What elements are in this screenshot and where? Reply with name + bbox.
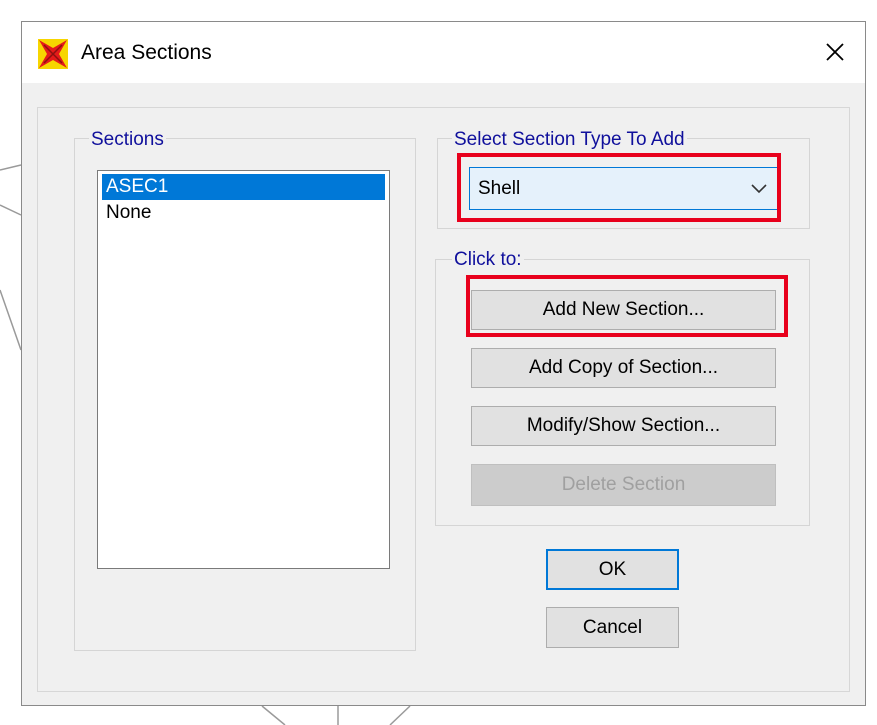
delete-section-button[interactable]: Delete Section	[471, 464, 776, 506]
sap2000-app-icon	[38, 39, 68, 69]
window-title: Area Sections	[81, 41, 212, 64]
chevron-down-icon	[751, 184, 767, 194]
sections-listbox[interactable]: ASEC1 None	[97, 170, 390, 569]
sections-group-label: Sections	[89, 129, 166, 151]
section-type-value: Shell	[478, 178, 521, 199]
section-type-select[interactable]: Shell	[469, 167, 778, 210]
list-item-label: ASEC1	[106, 176, 169, 197]
section-type-group-label: Select Section Type To Add	[452, 129, 687, 151]
area-sections-dialog: Area Sections Sections ASEC1 None Select…	[21, 21, 866, 706]
modify-show-section-button[interactable]: Modify/Show Section...	[471, 406, 776, 446]
list-item-label: None	[106, 202, 152, 223]
ok-button[interactable]: OK	[546, 549, 679, 590]
close-button[interactable]	[815, 32, 855, 72]
title-bar[interactable]: Area Sections	[22, 22, 865, 83]
add-new-section-button[interactable]: Add New Section...	[471, 290, 776, 330]
add-copy-section-button[interactable]: Add Copy of Section...	[471, 348, 776, 388]
close-icon	[826, 43, 844, 61]
actions-group-label: Click to:	[452, 249, 524, 271]
list-item[interactable]: None	[102, 200, 385, 226]
cancel-button[interactable]: Cancel	[546, 607, 679, 648]
list-item[interactable]: ASEC1	[102, 174, 385, 200]
